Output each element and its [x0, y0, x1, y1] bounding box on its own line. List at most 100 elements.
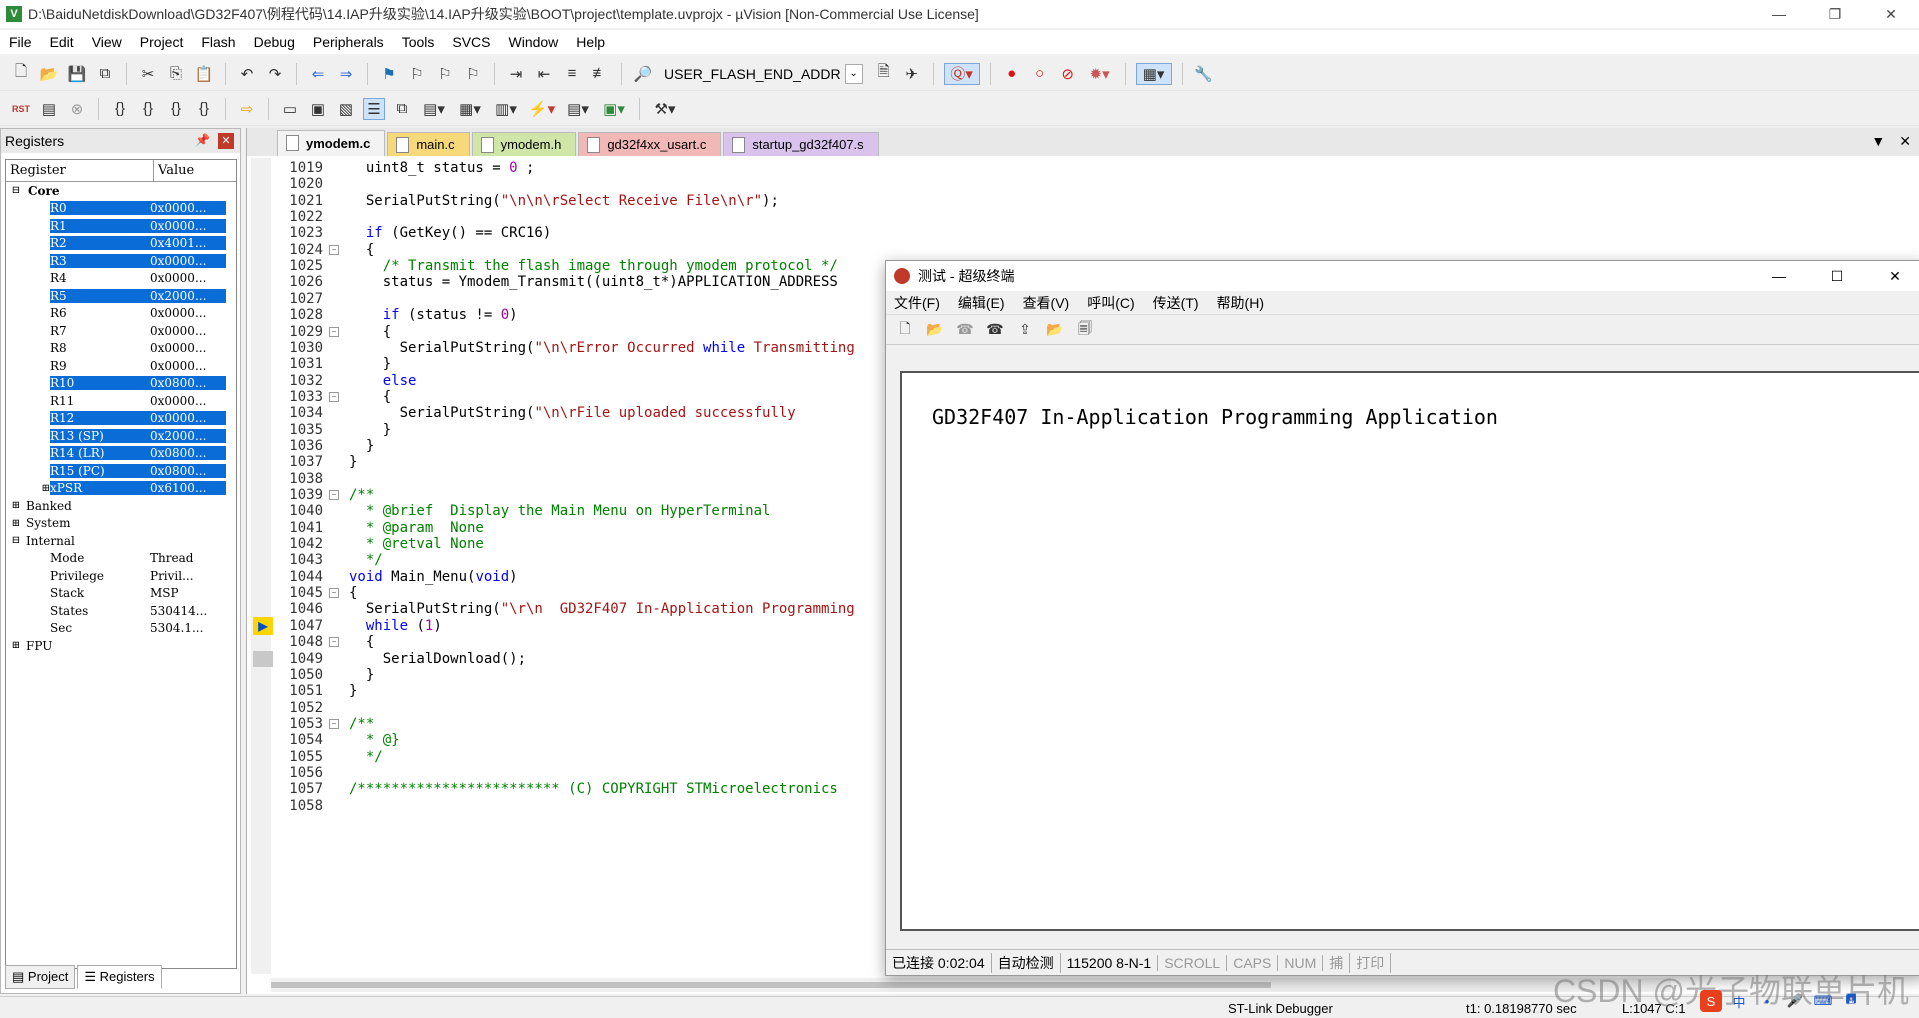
window-layout-icon[interactable]: ▦▾ — [1135, 62, 1172, 85]
analysis-window-icon[interactable]: ⚡▾ — [527, 98, 557, 120]
register-row[interactable]: R8 0x0000... — [6, 340, 236, 358]
register-value[interactable]: 0x0800... — [146, 376, 226, 391]
step-out-icon[interactable]: {} — [165, 98, 187, 120]
fold-toggle-icon[interactable]: − — [329, 718, 339, 729]
uncomment-icon[interactable]: ≢ — [589, 63, 611, 85]
command-window-icon[interactable]: ▭ — [279, 98, 301, 120]
col-value[interactable]: Value — [154, 160, 198, 181]
code-line[interactable]: /************************ (C) COPYRIGHT … — [349, 781, 838, 797]
maximize-button[interactable]: ❐ — [1807, 0, 1863, 28]
ime-icon[interactable]: S — [1700, 990, 1722, 1012]
expand-icon[interactable]: ⊞ — [6, 483, 50, 494]
bookmark-prev-icon[interactable]: ⚐ — [406, 63, 428, 85]
code-line[interactable]: * @retval None — [349, 536, 484, 552]
send-icon[interactable]: ⇪ — [1014, 320, 1036, 340]
horizontal-scrollbar[interactable] — [271, 978, 1671, 992]
breakpoint-icon[interactable]: ● — [1001, 63, 1023, 85]
code-line[interactable]: } — [349, 667, 374, 683]
register-row[interactable]: R5 0x2000... — [6, 287, 236, 305]
close-icon[interactable]: ✕ — [218, 133, 234, 149]
nav-back-icon[interactable]: ⇐ — [307, 63, 329, 85]
code-line[interactable]: void Main_Menu(void) — [349, 569, 518, 585]
code-line[interactable]: /** — [349, 716, 374, 732]
new-file-icon[interactable]: 🗋 — [10, 63, 32, 85]
code-line[interactable]: status = Ymodem_Transmit((uint8_t*)APPLI… — [349, 274, 838, 290]
code-line[interactable]: * @param None — [349, 520, 484, 536]
register-row[interactable]: R15 (PC) 0x0800... — [6, 462, 236, 480]
watch-window-icon[interactable]: ▤▾ — [419, 98, 449, 120]
find-icon[interactable]: 🗎 — [873, 63, 895, 85]
memory-window-icon[interactable]: ▦▾ — [455, 98, 485, 120]
register-row[interactable]: Privilege Privil... — [6, 567, 236, 585]
fold-toggle-icon[interactable]: − — [329, 637, 339, 648]
system-viewer-icon[interactable]: ▣▾ — [599, 98, 629, 120]
close-tab-icon[interactable]: ✕ — [1899, 133, 1911, 150]
bookmark-next-icon[interactable]: ⚐ — [434, 63, 456, 85]
disconnect-icon[interactable]: ☎ — [954, 320, 976, 340]
close-button[interactable]: ✕ — [1863, 0, 1919, 28]
code-line[interactable]: /** — [349, 487, 374, 503]
editor-tab[interactable]: main.c — [387, 132, 470, 156]
stop-icon[interactable]: ⊗ — [66, 98, 88, 120]
code-line[interactable]: uint8_t status = 0 ; — [349, 160, 535, 176]
menu-edit[interactable]: Edit — [41, 34, 83, 50]
keyboard-icon[interactable]: ⌨ — [1812, 990, 1834, 1012]
run-to-cursor-icon[interactable]: {} — [193, 98, 215, 120]
find-in-files-icon[interactable]: 🔎 — [632, 63, 654, 85]
tab-project[interactable]: ▤ Project — [5, 965, 76, 989]
code-line[interactable]: } — [349, 438, 374, 454]
code-line[interactable]: } — [349, 454, 357, 470]
menu-flash[interactable]: Flash — [192, 34, 244, 50]
properties-icon[interactable]: 🗐 — [1074, 320, 1096, 340]
bookmark-icon[interactable]: ⚑ — [378, 63, 400, 85]
reset-icon[interactable]: RST — [10, 98, 32, 120]
ht-menu-help[interactable]: 帮助(H) — [1217, 293, 1264, 313]
register-row[interactable]: R2 0x4001... — [6, 235, 236, 253]
menu-debug[interactable]: Debug — [245, 34, 304, 50]
serial-window-icon[interactable]: ▥▾ — [491, 98, 521, 120]
menu-file[interactable]: File — [0, 34, 41, 50]
receive-icon[interactable]: 📂 — [1044, 320, 1066, 340]
redo-icon[interactable]: ↷ — [264, 63, 286, 85]
register-value[interactable]: 0x2000... — [146, 288, 226, 303]
breakpoint-disable-all-icon[interactable]: ⊘ — [1057, 63, 1079, 85]
register-value[interactable]: 0x0000... — [146, 341, 226, 355]
menu-window[interactable]: Window — [500, 34, 568, 50]
code-line[interactable]: if (GetKey() == CRC16) — [349, 225, 551, 241]
save-icon[interactable]: 💾 — [66, 63, 88, 85]
configure-icon[interactable]: 🔧 — [1193, 63, 1215, 85]
register-value[interactable]: Thread — [146, 551, 226, 565]
tree-row-internal[interactable]: ⊟ Internal — [6, 532, 236, 550]
register-row[interactable]: R14 (LR) 0x0800... — [6, 445, 236, 463]
collapse-icon[interactable]: ⊟ — [6, 535, 26, 546]
code-line[interactable]: SerialDownload(); — [349, 651, 526, 667]
language-icon[interactable]: 中 — [1728, 990, 1750, 1012]
ht-menu-view[interactable]: 查看(V) — [1023, 293, 1070, 313]
unindent-icon[interactable]: ⇤ — [533, 63, 555, 85]
register-value[interactable]: 0x0000... — [146, 218, 226, 233]
menu-project[interactable]: Project — [131, 34, 193, 50]
ht-close-button[interactable]: ✕ — [1866, 261, 1919, 291]
register-value[interactable]: MSP — [146, 586, 226, 600]
tab-list-icon[interactable]: ▼ — [1871, 133, 1885, 150]
menu-peripherals[interactable]: Peripherals — [304, 34, 393, 50]
ht-menu-file[interactable]: 文件(F) — [894, 293, 940, 313]
register-row[interactable]: R10 0x0800... — [6, 375, 236, 393]
code-line[interactable]: { — [349, 585, 357, 601]
register-row[interactable]: R3 0x0000... — [6, 252, 236, 270]
expand-icon[interactable]: ⊞ — [6, 500, 26, 511]
editor-tab[interactable]: startup_gd32f407.s — [723, 132, 879, 156]
code-line[interactable]: SerialPutString("\r\n GD32F407 In-Applic… — [349, 601, 855, 617]
tree-row-system[interactable]: ⊞ System — [6, 515, 236, 533]
show-next-statement-icon[interactable]: ⇨ — [236, 98, 258, 120]
register-value[interactable]: 0x0000... — [146, 411, 226, 426]
register-value[interactable]: 0x0000... — [146, 394, 226, 408]
register-value[interactable]: 5304.1... — [146, 621, 226, 635]
fold-toggle-icon[interactable]: − — [329, 391, 339, 402]
register-row[interactable]: R13 (SP) 0x2000... — [6, 427, 236, 445]
call-stack-icon[interactable]: ⧉ — [391, 98, 413, 120]
find-combo[interactable]: USER_FLASH_END_ADDR ⌄ — [660, 62, 867, 86]
col-register[interactable]: Register — [6, 160, 154, 181]
code-line[interactable]: */ — [349, 749, 383, 765]
copy-icon[interactable]: ⎘ — [165, 63, 187, 85]
